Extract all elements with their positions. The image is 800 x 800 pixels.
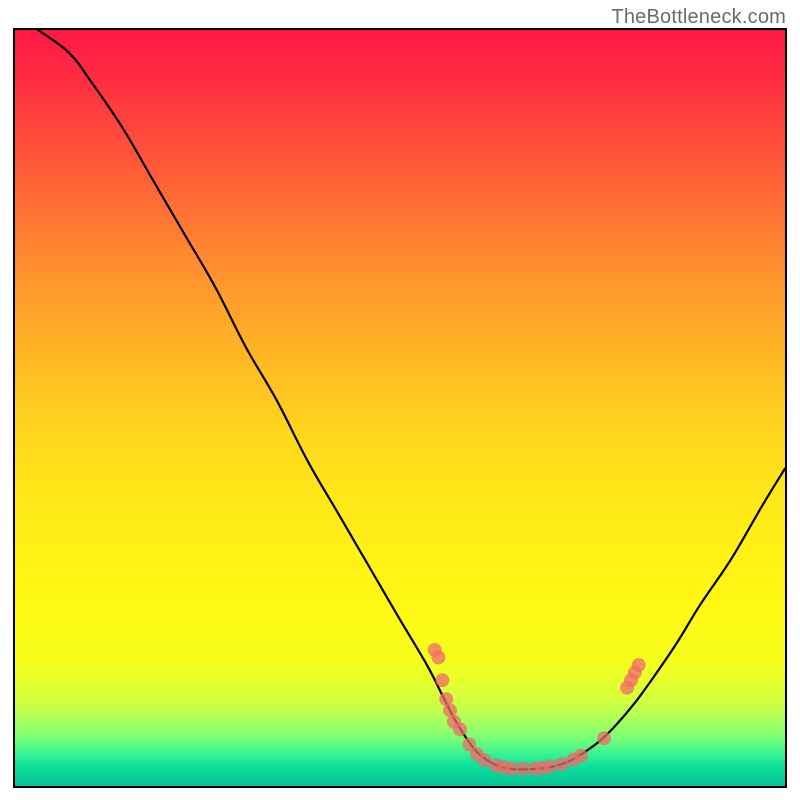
bottleneck-curve	[38, 30, 785, 769]
curve-marker	[543, 759, 557, 773]
curve-marker	[574, 749, 588, 763]
curve-marker	[597, 731, 611, 745]
watermark-text: TheBottleneck.com	[611, 6, 786, 29]
curve-marker	[632, 658, 646, 672]
chart-plot-area	[13, 28, 787, 788]
curve-marker	[432, 651, 446, 665]
curve-markers	[428, 643, 646, 776]
chart-svg	[15, 30, 785, 786]
curve-marker	[435, 673, 449, 687]
curve-marker	[453, 722, 467, 736]
